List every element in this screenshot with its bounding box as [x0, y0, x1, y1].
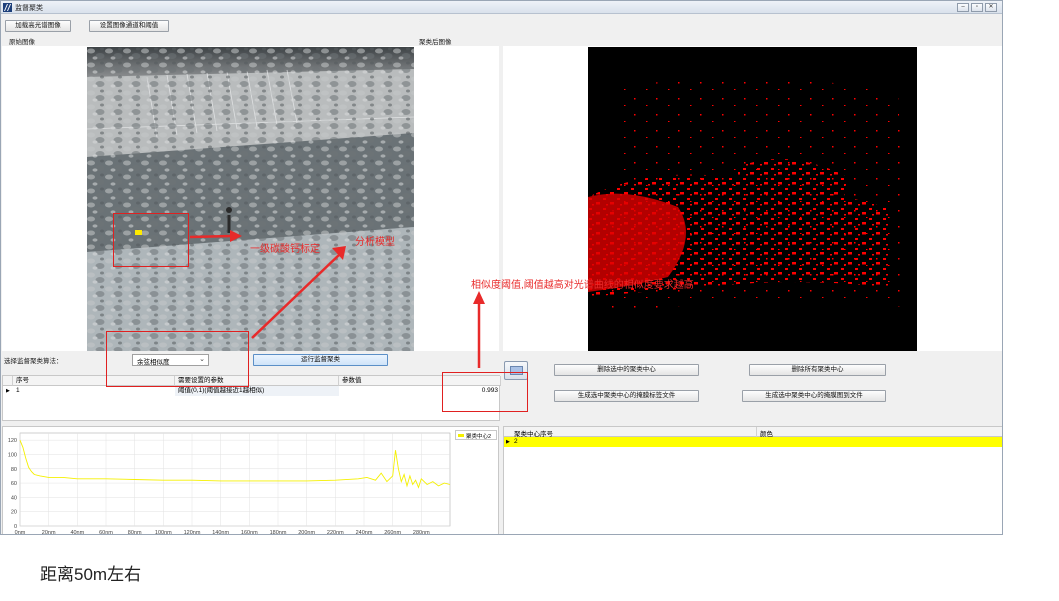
x-tick-label: 40nm: [70, 530, 84, 535]
maximize-button[interactable]: ▫: [971, 3, 983, 12]
chart-legend: 聚类中心2: [455, 430, 497, 440]
threshold-arrow-icon: [473, 291, 485, 368]
param-table: 序号 需要设置的参数 参数值 ▶ 1 阈值(0,1)(阈值越接近1越相似) 0.…: [2, 375, 501, 421]
calibration-highlight-box: [113, 213, 189, 267]
x-tick-label: 140nm: [212, 530, 229, 535]
model-arrow-icon: [251, 246, 346, 339]
generate-label-file-button[interactable]: 生成选中聚类中心的掩膜标签文件: [554, 390, 699, 402]
x-tick-label: 280nm: [413, 530, 430, 535]
run-clustering-button[interactable]: 运行监督聚类: [253, 354, 388, 366]
x-tick-label: 200nm: [298, 530, 315, 535]
close-button[interactable]: ✕: [985, 3, 997, 12]
clustered-image: [588, 47, 917, 351]
y-tick-label: 100: [8, 452, 17, 458]
window-title: 监督聚类: [15, 5, 43, 12]
param-row-index: 1: [16, 387, 20, 394]
x-tick-label: 220nm: [327, 530, 344, 535]
y-tick-label: 20: [11, 510, 17, 516]
column-divider: [756, 427, 757, 437]
clustered-image-title: 聚类后图像: [419, 39, 452, 46]
x-tick-label: 0nm: [15, 530, 26, 535]
algorithm-highlight-box: [106, 331, 249, 387]
title-bar: 监督聚类 – ▫ ✕: [1, 1, 1002, 14]
clustered-image-panel: [503, 46, 1002, 351]
center-table: 聚类中心序号 颜色 ▶ 2: [503, 426, 1002, 534]
center-row-index: 2: [514, 438, 518, 445]
y-tick-label: 80: [11, 467, 17, 473]
set-threshold-button[interactable]: 设置图像通道和阈值: [89, 20, 169, 32]
threshold-highlight-box: [442, 372, 528, 412]
delete-selected-center-button[interactable]: 删除选中的聚类中心: [554, 364, 699, 376]
model-annotation: 分析模型: [355, 237, 395, 248]
x-tick-label: 60nm: [99, 530, 113, 535]
load-image-button[interactable]: 加载高光谱图像: [5, 20, 71, 32]
y-tick-label: 120: [8, 438, 17, 444]
algorithm-label: 选择监督聚类算法：: [4, 358, 63, 365]
app-logo-icon: [3, 3, 12, 12]
minimize-button[interactable]: –: [957, 3, 969, 12]
x-tick-label: 240nm: [356, 530, 373, 535]
app-window: 监督聚类 – ▫ ✕ 加载高光谱图像 设置图像通道和阈值 原始图像 聚类后图像: [0, 0, 1003, 535]
original-image-title: 原始图像: [9, 39, 35, 46]
calibrate-arrow-icon: [189, 230, 242, 242]
y-tick-label: 60: [11, 481, 17, 487]
x-tick-label: 20nm: [42, 530, 56, 535]
table-row[interactable]: ▶ 2: [504, 437, 1002, 447]
spectrum-chart-panel: 0 20 40 60 80 100 120 0nm 20nm 40nm 60nm 80nm 100nm 1…: [2, 426, 499, 535]
param-row-name: 阈值(0,1)(阈值越接近1越相似): [175, 386, 339, 396]
x-tick-label: 160nm: [241, 530, 258, 535]
distance-caption: 距离50m左右: [40, 565, 142, 584]
x-tick-label: 260nm: [384, 530, 401, 535]
generate-mask-image-button[interactable]: 生成选中聚类中心的掩膜图到文件: [742, 390, 886, 402]
delete-all-centers-button[interactable]: 删除所有聚类中心: [749, 364, 886, 376]
center-table-header: 聚类中心序号 颜色: [504, 427, 1002, 438]
row-pointer-icon: ▶: [6, 388, 10, 394]
threshold-annotation: 相似度阈值,阈值越高对光谱曲线的相似度要求越高: [471, 280, 694, 291]
row-pointer-icon: ▶: [506, 439, 510, 445]
y-tick-label: 40: [11, 495, 17, 501]
x-tick-label: 120nm: [184, 530, 201, 535]
x-tick-label: 80nm: [128, 530, 142, 535]
legend-swatch: [458, 434, 464, 437]
spectrum-chart: 0204060801001200nm 20nm 40nm 60nm 80nm 100nm 1…: [8, 432, 451, 535]
legend-label: 聚类中心2: [466, 434, 492, 440]
x-tick-label: 180nm: [270, 530, 287, 535]
x-tick-label: 100nm: [155, 530, 172, 535]
row-header-corner: [3, 376, 13, 386]
